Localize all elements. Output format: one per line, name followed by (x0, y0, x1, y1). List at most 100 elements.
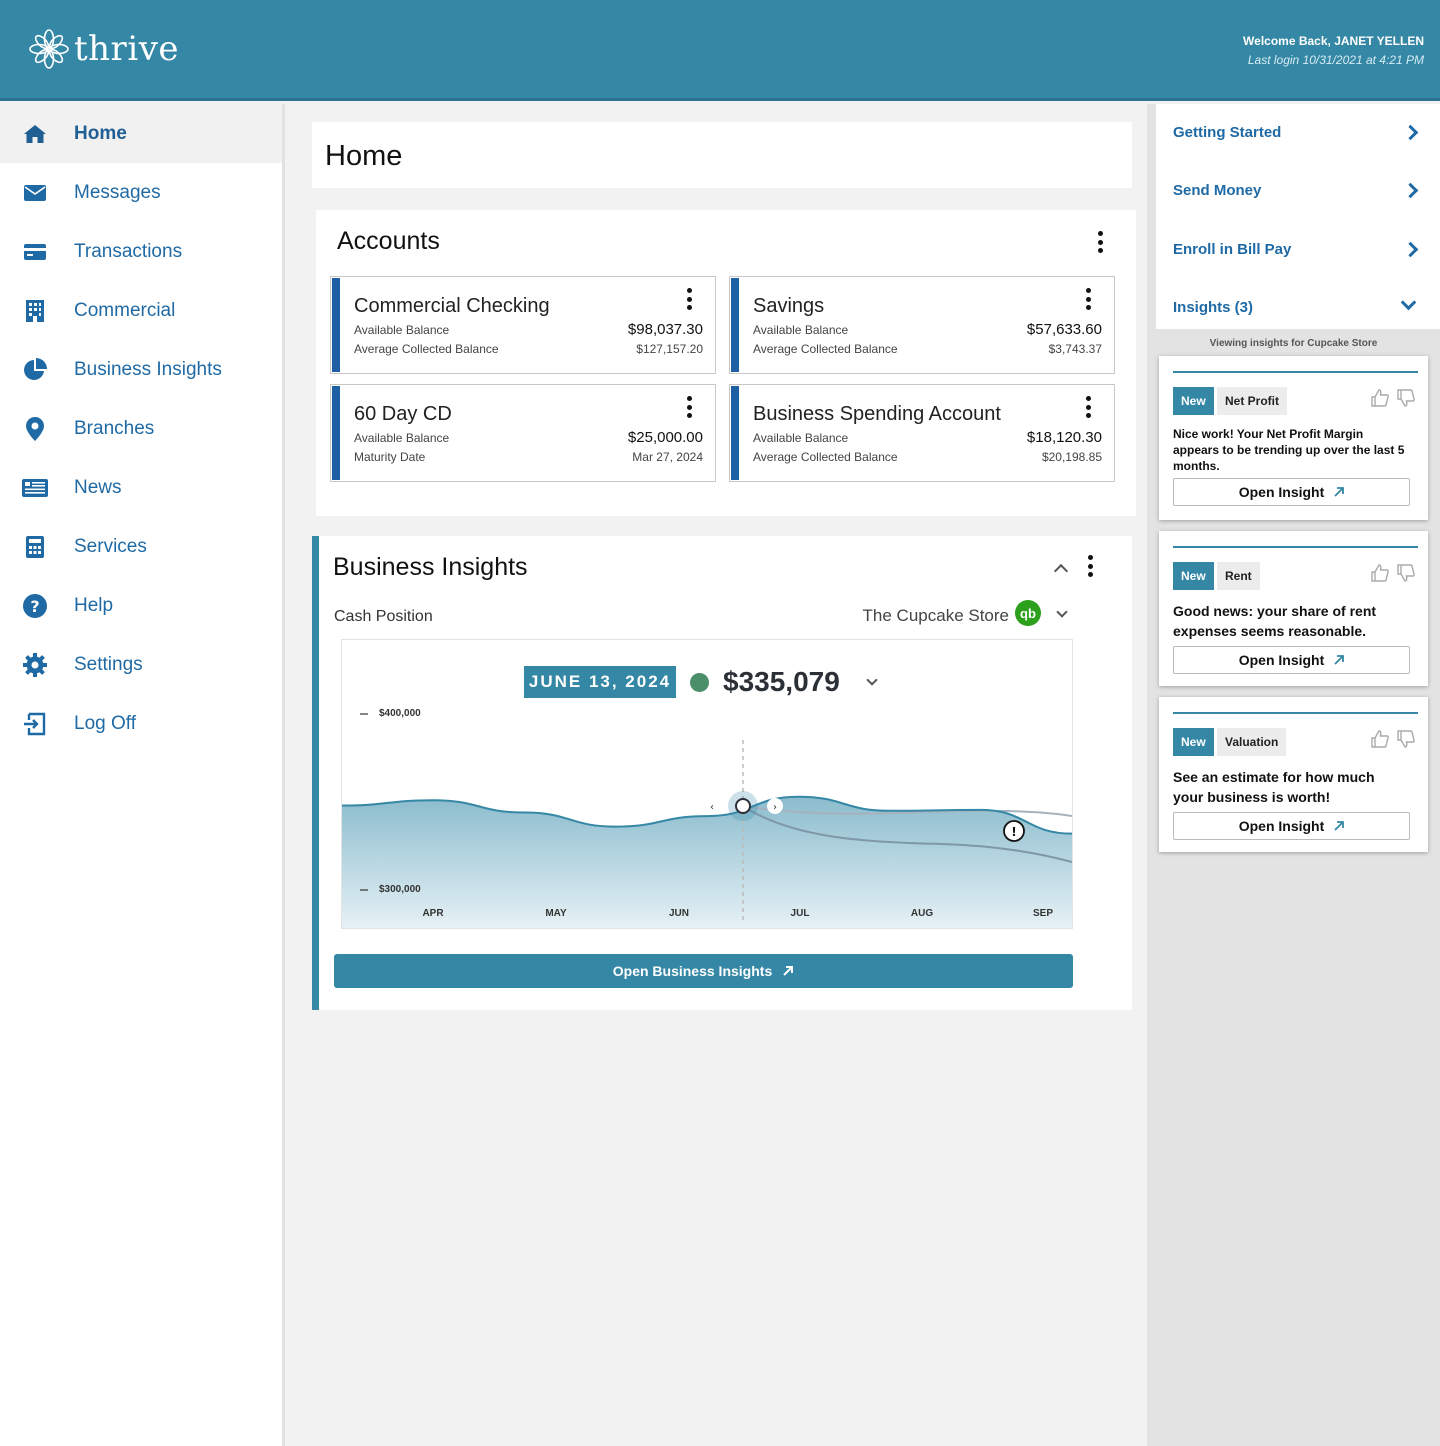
x-tick-label: AUG (910, 908, 934, 919)
sidebar-item-services[interactable]: Services (0, 517, 282, 576)
account-accent-bar (731, 386, 739, 480)
sidebar-item-transactions[interactable]: Transactions (0, 222, 282, 281)
sidebar-item-settings[interactable]: Settings (0, 635, 282, 694)
selected-point[interactable] (735, 798, 751, 814)
sidebar-item-label: Help (74, 594, 114, 616)
gear-icon (22, 652, 48, 678)
sidebar-item-messages[interactable]: Messages (0, 163, 282, 222)
account-kebab-icon[interactable] (685, 396, 693, 418)
thumbs-up-icon[interactable] (1370, 563, 1390, 583)
newspaper-icon (22, 475, 48, 501)
account-value-2: Mar 27, 2024 (632, 450, 703, 464)
insight-card-net-profit: New Net Profit Nice work! Your Net Profi… (1159, 356, 1428, 520)
feedback-buttons (1370, 563, 1416, 583)
sidebar-item-label: Business Insights (74, 358, 222, 380)
account-name: 60 Day CD (354, 403, 452, 425)
quick-link-label: Enroll in Bill Pay (1173, 241, 1292, 258)
account-kebab-icon[interactable] (685, 288, 693, 310)
flower-logo-icon (29, 29, 69, 69)
collapse-chevron-up-icon[interactable] (1053, 563, 1069, 579)
sidebar-item-label: Log Off (74, 712, 136, 734)
y-tick-label: $300,000 (379, 884, 421, 895)
store-dropdown-chevron-icon[interactable] (1056, 606, 1068, 618)
external-arrow-icon (1334, 655, 1345, 665)
account-label-1: Available Balance (354, 323, 450, 337)
viewing-insights-caption: Viewing insights for Cupcake Store (1209, 338, 1378, 349)
app-header: thrive Welcome Back, JANET YELLEN Last l… (0, 0, 1440, 101)
page-title-card: Home (312, 122, 1132, 188)
business-insights-kebab-icon[interactable] (1086, 555, 1094, 577)
feedback-buttons (1370, 388, 1416, 408)
account-label-2: Average Collected Balance (753, 342, 898, 356)
account-label-2: Average Collected Balance (753, 450, 898, 464)
thumbs-down-icon[interactable] (1396, 729, 1416, 749)
chevron-right-icon (1402, 241, 1419, 258)
business-insights-title: Business Insights (333, 553, 528, 581)
thumbs-up-icon[interactable] (1370, 388, 1390, 408)
new-badge: New (1173, 387, 1214, 415)
account-value-1: $98,037.30 (627, 321, 703, 338)
account-card-60-day-cd[interactable]: 60 Day CD Available Balance $25,000.00 M… (330, 384, 716, 482)
chart-plot[interactable]: ‹ › ! (342, 640, 1072, 928)
account-accent-bar (332, 278, 340, 372)
account-card-business-spending[interactable]: Business Spending Account Available Bala… (729, 384, 1115, 482)
accounts-kebab-icon[interactable] (1096, 231, 1104, 253)
account-card-commercial-checking[interactable]: Commercial Checking Available Balance $9… (330, 276, 716, 374)
building-icon (22, 298, 48, 324)
sidebar-item-help[interactable]: ? Help (0, 576, 282, 635)
envelope-icon (22, 180, 48, 206)
account-label-1: Available Balance (753, 431, 849, 445)
account-kebab-icon[interactable] (1084, 288, 1092, 310)
account-value-1: $25,000.00 (627, 429, 703, 446)
sidebar-item-label: Commercial (74, 299, 176, 321)
open-business-insights-button[interactable]: Open Business Insights (334, 954, 1073, 988)
account-accent-bar (332, 386, 340, 480)
sidebar-item-home[interactable]: Home (0, 104, 282, 163)
sidebar-item-business-insights[interactable]: Business Insights (0, 340, 282, 399)
sidebar-item-label: Transactions (74, 240, 183, 262)
x-tick-label: JUL (790, 908, 810, 919)
insight-text: Nice work! Your Net Profit Margin appear… (1173, 427, 1405, 473)
sidebar-item-commercial[interactable]: Commercial (0, 281, 282, 340)
sidebar-item-label: Services (74, 535, 147, 557)
logo[interactable]: thrive (28, 28, 179, 70)
open-insight-button[interactable]: Open Insight (1173, 478, 1410, 506)
thumbs-down-icon[interactable] (1396, 388, 1416, 408)
brand-name: thrive (74, 29, 180, 69)
home-icon (22, 121, 48, 147)
map-pin-icon (22, 416, 48, 442)
welcome-text: Welcome Back, JANET YELLEN (1243, 34, 1424, 48)
calculator-icon (22, 534, 48, 560)
category-badge: Valuation (1217, 728, 1287, 756)
open-insight-button[interactable]: Open Insight (1173, 812, 1410, 840)
thumbs-down-icon[interactable] (1396, 563, 1416, 583)
x-tick-label: JUN (668, 908, 690, 919)
account-label-1: Available Balance (753, 323, 849, 337)
account-label-2: Maturity Date (354, 450, 426, 464)
x-tick-label: SEP (1032, 908, 1054, 919)
quick-links: Getting Started Send Money Enroll in Bil… (1156, 104, 1440, 329)
chevron-down-icon (1400, 294, 1417, 311)
business-insights-card: Business Insights Cash Position The Cupc… (312, 536, 1132, 1010)
account-kebab-icon[interactable] (1084, 396, 1092, 418)
sidebar-item-label: Messages (74, 181, 161, 203)
thumbs-up-icon[interactable] (1370, 729, 1390, 749)
question-circle-icon: ? (22, 593, 48, 619)
chevron-right-icon (1402, 182, 1419, 199)
account-name: Commercial Checking (354, 295, 550, 317)
cash-position-chart: JUNE 13, 2024 $335,079 ‹ › ! $400,000 $3… (341, 639, 1073, 929)
account-name: Business Spending Account (753, 403, 1001, 425)
insight-card-valuation: New Valuation See an estimate for how mu… (1159, 697, 1428, 852)
account-value-1: $18,120.30 (1026, 429, 1102, 446)
account-card-savings[interactable]: Savings Available Balance $57,633.60 Ave… (729, 276, 1115, 374)
quick-link-label: Send Money (1173, 182, 1262, 199)
sidebar-item-log-off[interactable]: Log Off (0, 694, 282, 753)
chevron-right-icon: › (773, 802, 777, 813)
sidebar-item-news[interactable]: News (0, 458, 282, 517)
quick-link-label: Insights (3) (1173, 299, 1254, 316)
sidebar-item-branches[interactable]: Branches (0, 399, 282, 458)
insight-divider (1173, 546, 1418, 548)
accounts-title: Accounts (337, 227, 440, 255)
store-selector-label[interactable]: The Cupcake Store (863, 606, 1009, 626)
open-insight-button[interactable]: Open Insight (1173, 646, 1410, 674)
